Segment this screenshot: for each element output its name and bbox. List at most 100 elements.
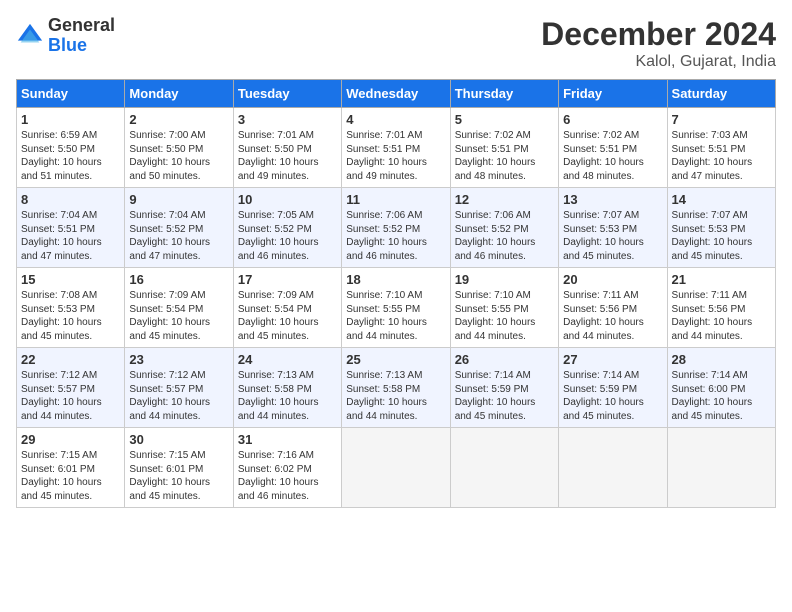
calendar-cell: 21 Sunrise: 7:11 AM Sunset: 5:56 PM Dayli…	[667, 268, 775, 348]
calendar-cell: 4Sunrise: 7:01 AM Sunset: 5:51 PM Daylig…	[342, 108, 450, 188]
calendar-cell: 7 Sunrise: 7:03 AM Sunset: 5:51 PM Daylig…	[667, 108, 775, 188]
day-number: 5	[455, 112, 554, 127]
day-info: Sunrise: 7:14 AM Sunset: 5:59 PM Dayligh…	[563, 369, 662, 423]
day-info: Sunrise: 7:14 AM Sunset: 6:00 PM Dayligh…	[672, 369, 771, 423]
day-number: 11	[346, 192, 445, 207]
calendar-cell: 19Sunrise: 7:10 AM Sunset: 5:55 PM Dayli…	[450, 268, 558, 348]
day-info: Sunrise: 7:13 AM Sunset: 5:58 PM Dayligh…	[238, 369, 337, 423]
calendar-cell: 6 Sunrise: 7:02 AM Sunset: 5:51 PM Daylig…	[559, 108, 667, 188]
weekday-header: Tuesday	[233, 80, 341, 108]
calendar-cell	[450, 428, 558, 508]
day-info: Sunrise: 7:09 AM Sunset: 5:54 PM Dayligh…	[238, 289, 337, 343]
logo: General Blue	[16, 16, 115, 56]
calendar-cell: 26 Sunrise: 7:14 AM Sunset: 5:59 PM Dayli…	[450, 348, 558, 428]
calendar-cell: 15 Sunrise: 7:08 AM Sunset: 5:53 PM Dayli…	[17, 268, 125, 348]
calendar-cell: 30 Sunrise: 7:15 AM Sunset: 6:01 PM Dayli…	[125, 428, 233, 508]
day-info: Sunrise: 7:04 AM Sunset: 5:51 PM Dayligh…	[21, 209, 120, 263]
day-number: 31	[238, 432, 337, 447]
calendar-cell: 28 Sunrise: 7:14 AM Sunset: 6:00 PM Dayli…	[667, 348, 775, 428]
calendar-cell: 3Sunrise: 7:01 AM Sunset: 5:50 PM Daylig…	[233, 108, 341, 188]
calendar-cell: 13Sunrise: 7:07 AM Sunset: 5:53 PM Dayli…	[559, 188, 667, 268]
calendar-cell: 20 Sunrise: 7:11 AM Sunset: 5:56 PM Dayli…	[559, 268, 667, 348]
calendar-cell: 14Sunrise: 7:07 AM Sunset: 5:53 PM Dayli…	[667, 188, 775, 268]
day-number: 16	[129, 272, 228, 287]
calendar-cell: 9 Sunrise: 7:04 AM Sunset: 5:52 PM Daylig…	[125, 188, 233, 268]
day-number: 30	[129, 432, 228, 447]
day-number: 6	[563, 112, 662, 127]
calendar-cell: 12 Sunrise: 7:06 AM Sunset: 5:52 PM Dayli…	[450, 188, 558, 268]
day-info: Sunrise: 7:07 AM Sunset: 5:53 PM Dayligh…	[672, 209, 771, 263]
calendar-cell: 16 Sunrise: 7:09 AM Sunset: 5:54 PM Dayli…	[125, 268, 233, 348]
location-title: Kalol, Gujarat, India	[541, 53, 776, 71]
calendar-cell: 5 Sunrise: 7:02 AM Sunset: 5:51 PM Daylig…	[450, 108, 558, 188]
day-info: Sunrise: 7:07 AM Sunset: 5:53 PM Dayligh…	[563, 209, 662, 263]
weekday-header: Monday	[125, 80, 233, 108]
weekday-header: Friday	[559, 80, 667, 108]
day-number: 23	[129, 352, 228, 367]
day-info: Sunrise: 7:01 AM Sunset: 5:50 PM Dayligh…	[238, 129, 337, 183]
day-number: 28	[672, 352, 771, 367]
logo-blue: Blue	[48, 35, 87, 55]
day-info: Sunrise: 7:03 AM Sunset: 5:51 PM Dayligh…	[672, 129, 771, 183]
day-info: Sunrise: 7:08 AM Sunset: 5:53 PM Dayligh…	[21, 289, 120, 343]
calendar-cell: 18 Sunrise: 7:10 AM Sunset: 5:55 PM Dayli…	[342, 268, 450, 348]
day-number: 15	[21, 272, 120, 287]
day-info: Sunrise: 7:13 AM Sunset: 5:58 PM Dayligh…	[346, 369, 445, 423]
day-number: 18	[346, 272, 445, 287]
calendar: SundayMondayTuesdayWednesdayThursdayFrid…	[16, 79, 776, 508]
day-number: 22	[21, 352, 120, 367]
day-number: 1	[21, 112, 120, 127]
weekday-header: Sunday	[17, 80, 125, 108]
day-info: Sunrise: 7:02 AM Sunset: 5:51 PM Dayligh…	[455, 129, 554, 183]
calendar-cell: 27 Sunrise: 7:14 AM Sunset: 5:59 PM Dayli…	[559, 348, 667, 428]
day-number: 8	[21, 192, 120, 207]
calendar-cell	[342, 428, 450, 508]
calendar-cell	[559, 428, 667, 508]
logo-icon	[16, 22, 44, 50]
weekday-header: Saturday	[667, 80, 775, 108]
day-info: Sunrise: 7:11 AM Sunset: 5:56 PM Dayligh…	[672, 289, 771, 343]
day-info: Sunrise: 7:02 AM Sunset: 5:51 PM Dayligh…	[563, 129, 662, 183]
day-info: Sunrise: 7:15 AM Sunset: 6:01 PM Dayligh…	[129, 449, 228, 503]
day-info: Sunrise: 7:00 AM Sunset: 5:50 PM Dayligh…	[129, 129, 228, 183]
day-info: Sunrise: 7:14 AM Sunset: 5:59 PM Dayligh…	[455, 369, 554, 423]
day-info: Sunrise: 7:06 AM Sunset: 5:52 PM Dayligh…	[346, 209, 445, 263]
page-header: General Blue December 2024 Kalol, Gujara…	[16, 16, 776, 71]
day-info: Sunrise: 7:01 AM Sunset: 5:51 PM Dayligh…	[346, 129, 445, 183]
day-info: Sunrise: 7:06 AM Sunset: 5:52 PM Dayligh…	[455, 209, 554, 263]
day-info: Sunrise: 7:10 AM Sunset: 5:55 PM Dayligh…	[346, 289, 445, 343]
day-number: 7	[672, 112, 771, 127]
day-number: 20	[563, 272, 662, 287]
day-number: 12	[455, 192, 554, 207]
day-number: 29	[21, 432, 120, 447]
day-info: Sunrise: 7:05 AM Sunset: 5:52 PM Dayligh…	[238, 209, 337, 263]
day-number: 17	[238, 272, 337, 287]
calendar-cell: 10 Sunrise: 7:05 AM Sunset: 5:52 PM Dayli…	[233, 188, 341, 268]
day-number: 21	[672, 272, 771, 287]
calendar-cell: 24 Sunrise: 7:13 AM Sunset: 5:58 PM Dayli…	[233, 348, 341, 428]
calendar-cell: 1 Sunrise: 6:59 AM Sunset: 5:50 PM Daylig…	[17, 108, 125, 188]
day-info: Sunrise: 7:11 AM Sunset: 5:56 PM Dayligh…	[563, 289, 662, 343]
day-number: 26	[455, 352, 554, 367]
day-number: 9	[129, 192, 228, 207]
calendar-cell: 25 Sunrise: 7:13 AM Sunset: 5:58 PM Dayli…	[342, 348, 450, 428]
day-number: 2	[129, 112, 228, 127]
calendar-cell: 11 Sunrise: 7:06 AM Sunset: 5:52 PM Dayli…	[342, 188, 450, 268]
weekday-header: Wednesday	[342, 80, 450, 108]
day-info: Sunrise: 7:04 AM Sunset: 5:52 PM Dayligh…	[129, 209, 228, 263]
calendar-cell: 17 Sunrise: 7:09 AM Sunset: 5:54 PM Dayli…	[233, 268, 341, 348]
day-number: 27	[563, 352, 662, 367]
day-info: Sunrise: 7:15 AM Sunset: 6:01 PM Dayligh…	[21, 449, 120, 503]
day-info: Sunrise: 6:59 AM Sunset: 5:50 PM Dayligh…	[21, 129, 120, 183]
day-info: Sunrise: 7:12 AM Sunset: 5:57 PM Dayligh…	[129, 369, 228, 423]
month-title: December 2024	[541, 16, 776, 53]
title-area: December 2024 Kalol, Gujarat, India	[541, 16, 776, 71]
day-number: 10	[238, 192, 337, 207]
day-info: Sunrise: 7:12 AM Sunset: 5:57 PM Dayligh…	[21, 369, 120, 423]
day-number: 25	[346, 352, 445, 367]
day-info: Sunrise: 7:16 AM Sunset: 6:02 PM Dayligh…	[238, 449, 337, 503]
day-number: 24	[238, 352, 337, 367]
day-info: Sunrise: 7:09 AM Sunset: 5:54 PM Dayligh…	[129, 289, 228, 343]
calendar-cell: 2 Sunrise: 7:00 AM Sunset: 5:50 PM Daylig…	[125, 108, 233, 188]
weekday-header: Thursday	[450, 80, 558, 108]
